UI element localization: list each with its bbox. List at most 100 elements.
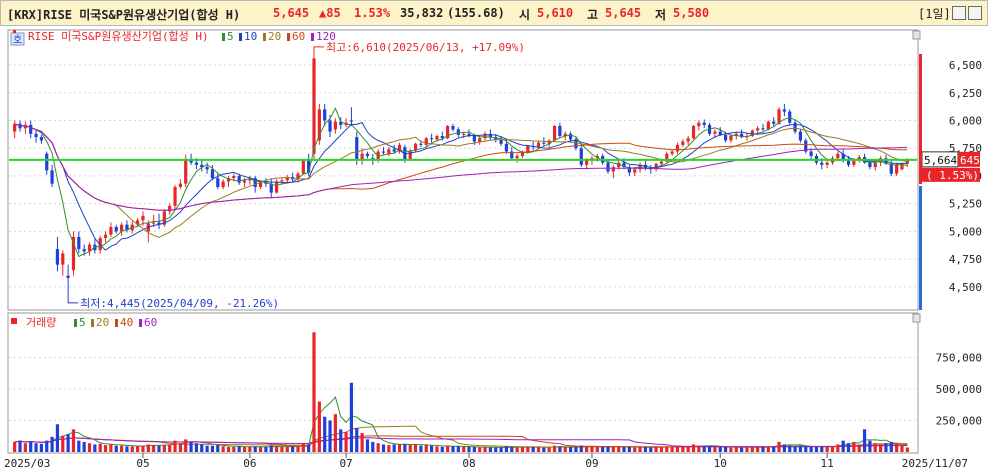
volume-bar: [13, 441, 17, 452]
volume-bar: [264, 446, 268, 452]
scroll-marker-up[interactable]: [919, 54, 922, 184]
volume-bar: [766, 446, 770, 452]
volume-bar: [462, 446, 466, 452]
candle-body: [419, 143, 423, 145]
volume-bar: [435, 446, 439, 452]
volume-scroll-up[interactable]: [912, 313, 921, 323]
price-tick-label: 6,250: [949, 87, 982, 100]
candle-body: [328, 120, 332, 132]
volume-bar: [152, 445, 156, 452]
volume-bar: [713, 446, 717, 452]
price-tick-label: 5,000: [949, 225, 982, 238]
period-selector[interactable]: [1일]: [918, 5, 951, 22]
volume-bar: [868, 440, 872, 452]
volume-bar: [590, 446, 594, 452]
minimize-icon[interactable]: [952, 6, 966, 20]
volume-bar: [71, 429, 76, 452]
volume-bar: [189, 441, 193, 452]
candle-body: [488, 133, 493, 138]
volume-bar: [900, 445, 904, 452]
candle-body: [178, 183, 182, 188]
volume-bar: [884, 443, 888, 452]
volume-ratio: (155.68): [447, 6, 505, 20]
volume-bar: [825, 446, 829, 452]
x-tick-label: 09: [585, 457, 598, 470]
candle-body: [103, 234, 108, 239]
volume-bar: [558, 446, 562, 452]
candle-body: [205, 167, 209, 170]
volume-bar: [392, 444, 396, 452]
volume-bar: [232, 446, 236, 452]
candle-body: [71, 236, 76, 271]
candle-body: [280, 180, 284, 182]
candle-body: [333, 121, 337, 130]
candle-body: [360, 153, 364, 160]
panel-scroll-up[interactable]: [912, 30, 921, 40]
volume-bar: [718, 446, 722, 452]
volume-bar: [82, 441, 86, 452]
volume-ma-legend-swatch: [139, 319, 142, 327]
volume-bar: [504, 446, 509, 452]
candle-body: [61, 253, 65, 265]
price-legend-name: RISE 미국S&P원유생산기업(합성 H): [28, 30, 209, 43]
volume-bar: [397, 444, 402, 452]
volume-bar: [210, 445, 215, 452]
current-price: 5,645: [273, 6, 310, 20]
candle-body: [585, 160, 589, 165]
candle-body: [387, 149, 391, 154]
volume-ma-legend-swatch: [74, 319, 77, 327]
volume-bar: [66, 434, 70, 452]
scroll-marker-down[interactable]: [919, 186, 922, 310]
volume-bar: [98, 443, 102, 452]
candle-body: [440, 136, 444, 139]
price-tick-label: 4,750: [949, 253, 982, 266]
volume-panel: [7, 312, 919, 454]
volume-bar: [184, 439, 188, 452]
volume-bar: [579, 445, 583, 452]
candle-body: [846, 160, 851, 165]
volume-bar: [34, 443, 38, 452]
candle-body: [312, 58, 316, 154]
volume-bar: [686, 446, 690, 452]
volume-bar: [451, 446, 455, 452]
volume-bar: [23, 443, 27, 452]
volume-bar: [344, 431, 348, 452]
volume-bar: [291, 446, 295, 452]
volume-bar: [237, 446, 241, 452]
volume-bar: [873, 443, 877, 452]
volume-bar: [114, 445, 118, 452]
volume-bar: [472, 446, 476, 452]
candle-body: [606, 162, 610, 172]
ma-legend-label: 5: [227, 30, 234, 43]
volume-bar: [745, 447, 749, 452]
chart-area[interactable]: 호 RISE 미국S&P원유생산기업(합성 H) 5 10 20 60 120 거래량 …: [0, 26, 990, 472]
volume-bar: [547, 447, 551, 452]
volume-bar: [296, 446, 300, 452]
candle-body: [221, 181, 225, 188]
volume-bar: [248, 446, 252, 452]
volume-bar: [788, 445, 792, 452]
candle-body: [355, 137, 359, 161]
volume-bar: [606, 446, 610, 452]
current-price-label: 5,664: [924, 154, 957, 167]
candle-body: [114, 226, 118, 232]
volume-bar: [905, 447, 909, 452]
volume-bar: [109, 444, 113, 452]
candle-body: [77, 236, 81, 250]
candle-body: [820, 162, 824, 165]
x-tick-label: 11: [821, 457, 834, 470]
instrument-name: [KRX]RISE 미국S&P원유생산기업(합성 H): [7, 8, 241, 22]
volume-ma-legend-label: 5: [79, 316, 86, 329]
x-tick-label: 07: [339, 457, 352, 470]
candle-body: [798, 131, 803, 141]
volume-bar: [371, 441, 375, 452]
candle-body: [109, 226, 113, 235]
volume-bar: [601, 446, 605, 452]
candle-body: [456, 129, 460, 135]
ma-legend-swatch: [222, 33, 225, 41]
volume-ma-legend-label: 60: [144, 316, 157, 329]
price-tick-label: 4,500: [949, 281, 982, 294]
close-icon[interactable]: [968, 6, 982, 20]
candle-body: [184, 159, 188, 184]
legend-badge-text: 호: [13, 34, 22, 46]
